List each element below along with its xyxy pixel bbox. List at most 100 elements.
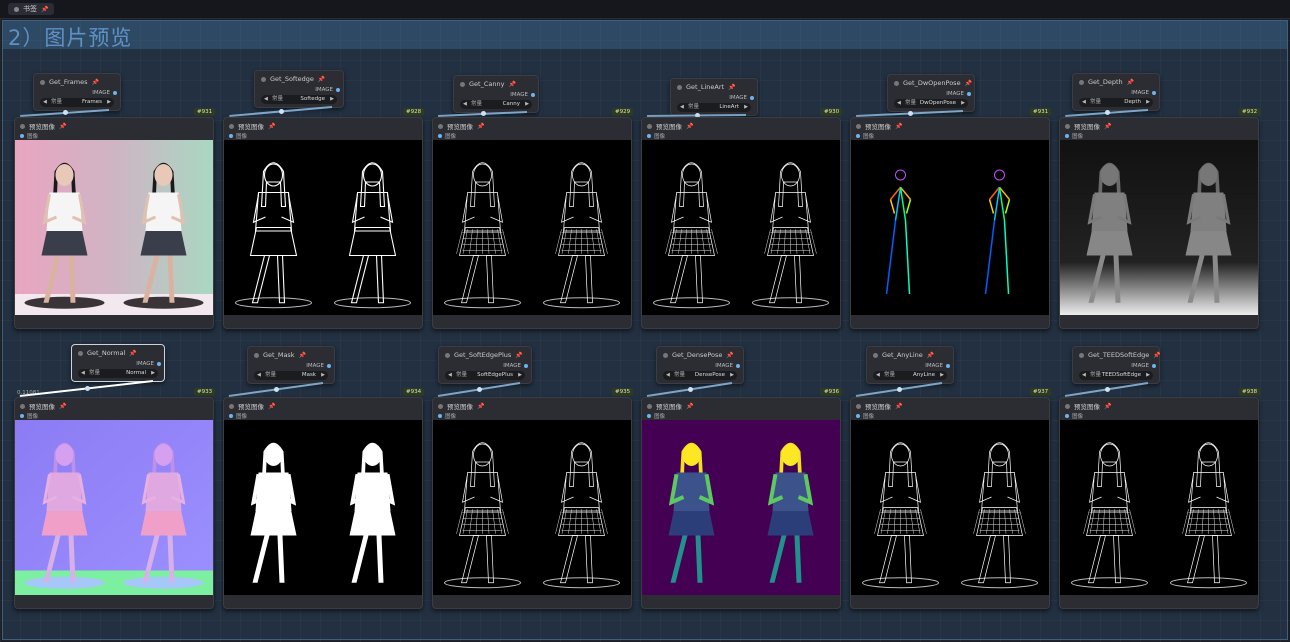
output-socket[interactable] bbox=[113, 91, 117, 95]
input-slot[interactable]: 图像 bbox=[438, 412, 456, 420]
arrow-left-icon[interactable]: ◀ bbox=[1082, 371, 1086, 380]
get-node-lineart[interactable]: Get_LineArt 📌 IMAGE ◀ 常量 LineArt ▶ bbox=[670, 78, 758, 116]
input-slot[interactable]: 图像 bbox=[438, 132, 456, 140]
preview-image[interactable] bbox=[851, 420, 1049, 595]
group-header[interactable]: 2）图片预览 bbox=[3, 21, 1287, 50]
arrow-right-icon[interactable]: ▶ bbox=[730, 371, 734, 380]
get-node-anyline[interactable]: Get_AnyLine 📌 IMAGE ◀ 常量 AnyLine ▶ bbox=[866, 346, 954, 384]
arrow-left-icon[interactable]: ◀ bbox=[448, 371, 452, 380]
preview-node-dwopenpose[interactable]: 预览图像 📌 图像 bbox=[850, 117, 1050, 329]
constant-widget-teedsoftedge[interactable]: ◀ 常量 TEEDSoftEdge ▶ bbox=[1079, 371, 1153, 380]
get-node-softedgeplus[interactable]: Get_SoftEdgePlus 📌 IMAGE ◀ 常量 SoftEdgePl… bbox=[438, 346, 532, 384]
input-slot[interactable]: 图像 bbox=[856, 412, 874, 420]
arrow-left-icon[interactable]: ◀ bbox=[680, 103, 684, 112]
arrow-left-icon[interactable]: ◀ bbox=[463, 100, 467, 109]
link-midpoint[interactable] bbox=[907, 110, 913, 116]
get-node-mask[interactable]: Get_Mask 📌 IMAGE ◀ 常量 Mask ▶ bbox=[247, 346, 335, 384]
input-socket[interactable] bbox=[1065, 414, 1069, 418]
arrow-left-icon[interactable]: ◀ bbox=[81, 369, 85, 378]
constant-widget-softedge[interactable]: ◀ 常量 Softedge ▶ bbox=[261, 95, 337, 104]
preview-image[interactable] bbox=[1060, 140, 1258, 315]
get-node-dwopenpose[interactable]: Get_DwOpenPose 📌 IMAGE ◀ 常量 DwOpenPose ▶ bbox=[887, 74, 975, 112]
output-socket[interactable] bbox=[336, 88, 340, 92]
constant-widget-frames[interactable]: ◀ 常量 Frames ▶ bbox=[40, 98, 114, 107]
get-node-canny[interactable]: Get_Canny 📌 IMAGE ◀ 常量 Canny ▶ bbox=[453, 75, 539, 113]
link-midpoint[interactable] bbox=[1104, 386, 1110, 392]
arrow-left-icon[interactable]: ◀ bbox=[1082, 98, 1086, 107]
arrow-right-icon[interactable]: ▶ bbox=[330, 95, 334, 104]
input-slot[interactable]: 图像 bbox=[229, 132, 247, 140]
input-socket[interactable] bbox=[229, 134, 233, 138]
get-node-teedsoftedge[interactable]: Get_TEEDSoftEdge 📌 IMAGE ◀ 常量 TEEDSoftEd… bbox=[1072, 346, 1161, 384]
link-midpoint[interactable] bbox=[480, 111, 486, 116]
preview-node-normal[interactable]: 预览图像 📌 图像 bbox=[14, 397, 214, 609]
output-socket[interactable] bbox=[327, 364, 331, 368]
arrow-left-icon[interactable]: ◀ bbox=[876, 371, 880, 380]
input-slot[interactable]: 图像 bbox=[647, 412, 665, 420]
input-slot[interactable]: 图像 bbox=[1065, 412, 1083, 420]
preview-image[interactable] bbox=[15, 420, 213, 595]
output-socket[interactable] bbox=[157, 362, 161, 366]
output-socket[interactable] bbox=[531, 93, 535, 97]
arrow-right-icon[interactable]: ▶ bbox=[1146, 98, 1150, 107]
input-socket[interactable] bbox=[438, 414, 442, 418]
arrow-right-icon[interactable]: ▶ bbox=[940, 371, 944, 380]
preview-node-depth[interactable]: 预览图像 📌 图像 bbox=[1059, 117, 1259, 329]
input-socket[interactable] bbox=[647, 134, 651, 138]
input-socket[interactable] bbox=[229, 414, 233, 418]
constant-widget-canny[interactable]: ◀ 常量 Canny ▶ bbox=[460, 100, 532, 109]
constant-widget-softedgeplus[interactable]: ◀ 常量 SoftEdgePlus ▶ bbox=[445, 371, 525, 380]
link-midpoint[interactable] bbox=[278, 108, 284, 114]
preview-image[interactable] bbox=[224, 140, 422, 315]
input-socket[interactable] bbox=[438, 134, 442, 138]
preview-image[interactable] bbox=[224, 420, 422, 595]
input-socket[interactable] bbox=[20, 414, 24, 418]
constant-widget-normal[interactable]: ◀ 常量 Normal ▶ bbox=[78, 369, 158, 378]
arrow-left-icon[interactable]: ◀ bbox=[666, 371, 670, 380]
preview-node-lineart[interactable]: 预览图像 📌 图像 bbox=[641, 117, 841, 329]
get-node-densepose[interactable]: Get_DensePose 📌 IMAGE ◀ 常量 DensePose ▶ bbox=[656, 346, 744, 384]
link-midpoint[interactable] bbox=[687, 386, 693, 392]
preview-node-softedgeplus[interactable]: 预览图像 📌 图像 bbox=[432, 397, 632, 609]
constant-widget-lineart[interactable]: ◀ 常量 LineArt ▶ bbox=[677, 103, 751, 112]
preview-image[interactable] bbox=[15, 140, 213, 315]
output-socket[interactable] bbox=[946, 364, 950, 368]
arrow-left-icon[interactable]: ◀ bbox=[257, 371, 261, 380]
preview-node-teedsoftedge[interactable]: 预览图像 📌 图像 bbox=[1059, 397, 1259, 609]
output-socket[interactable] bbox=[967, 92, 971, 96]
preview-image[interactable] bbox=[642, 420, 840, 595]
input-slot[interactable]: 图像 bbox=[1065, 132, 1083, 140]
arrow-right-icon[interactable]: ▶ bbox=[525, 100, 529, 109]
get-node-depth[interactable]: Get_Depth 📌 IMAGE ◀ 常量 Depth ▶ bbox=[1072, 73, 1160, 111]
arrow-right-icon[interactable]: ▶ bbox=[321, 371, 325, 380]
input-slot[interactable]: 图像 bbox=[647, 132, 665, 140]
constant-widget-mask[interactable]: ◀ 常量 Mask ▶ bbox=[254, 371, 328, 380]
preview-image[interactable] bbox=[851, 140, 1049, 315]
arrow-right-icon[interactable]: ▶ bbox=[151, 369, 155, 378]
arrow-right-icon[interactable]: ▶ bbox=[518, 371, 522, 380]
arrow-left-icon[interactable]: ◀ bbox=[43, 98, 47, 107]
get-node-normal[interactable]: Get_Normal 📌 IMAGE ◀ 常量 Normal ▶ bbox=[71, 344, 165, 382]
preview-node-frames[interactable]: 预览图像 📌 图像 bbox=[14, 117, 214, 329]
output-socket[interactable] bbox=[750, 96, 754, 100]
bookmark-tab[interactable]: 书签 📌 bbox=[8, 3, 55, 15]
constant-widget-densepose[interactable]: ◀ 常量 DensePose ▶ bbox=[663, 371, 737, 380]
input-socket[interactable] bbox=[856, 134, 860, 138]
arrow-left-icon[interactable]: ◀ bbox=[264, 95, 268, 104]
link-midpoint[interactable] bbox=[1104, 110, 1110, 115]
arrow-right-icon[interactable]: ▶ bbox=[744, 103, 748, 112]
input-socket[interactable] bbox=[20, 134, 24, 138]
preview-node-mask[interactable]: 预览图像 📌 图像 bbox=[223, 397, 423, 609]
link-midpoint[interactable] bbox=[274, 386, 279, 392]
preview-image[interactable] bbox=[433, 140, 631, 315]
output-socket[interactable] bbox=[524, 364, 528, 368]
input-slot[interactable]: 图像 bbox=[20, 132, 38, 140]
get-node-frames[interactable]: Get_Frames 📌 IMAGE ◀ 常量 Frames ▶ bbox=[33, 73, 121, 111]
link-midpoint[interactable] bbox=[84, 385, 90, 391]
input-socket[interactable] bbox=[647, 414, 651, 418]
output-socket[interactable] bbox=[1152, 364, 1156, 368]
arrow-right-icon[interactable]: ▶ bbox=[961, 99, 965, 108]
arrow-right-icon[interactable]: ▶ bbox=[107, 98, 111, 107]
preview-node-anyline[interactable]: 预览图像 📌 图像 bbox=[850, 397, 1050, 609]
preview-node-densepose[interactable]: 预览图像 📌 图像 bbox=[641, 397, 841, 609]
